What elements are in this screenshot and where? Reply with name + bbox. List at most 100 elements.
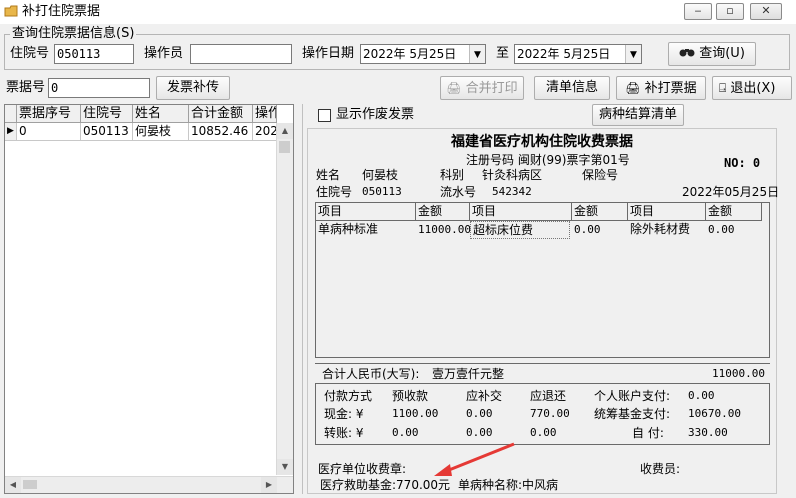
pay-method-label: 付款方式 [324, 389, 373, 403]
scroll-right-icon[interactable]: ▶ [261, 477, 277, 493]
receipt-no: NO: 0 [724, 156, 761, 170]
item-name: 单病种标准 [318, 222, 379, 236]
close-button[interactable]: ✕ [750, 3, 782, 20]
items-header: 项目 [628, 203, 706, 221]
col-header[interactable]: 操作 [253, 105, 277, 123]
title-bar: 补打住院票据 ‒ ▫ ✕ [0, 0, 796, 25]
date-to-picker[interactable]: 2022年 5月25日 ▼ [514, 44, 642, 64]
col-header[interactable]: 住院号 [81, 105, 133, 123]
receipt-date: 2022年05月25日 [682, 185, 780, 199]
printer-icon: 🖨 [446, 81, 462, 95]
row-selector-icon[interactable]: ▶ [5, 123, 17, 141]
pool-fund-value: 10670.00 [688, 407, 741, 420]
vertical-scrollbar[interactable]: ▲ ▼ [276, 123, 293, 475]
table-cell[interactable]: 202 [253, 123, 277, 141]
splitter[interactable] [302, 104, 303, 494]
query-button[interactable]: 查询(U) [668, 42, 756, 66]
serial-label: 流水号 [440, 185, 477, 199]
col-header[interactable]: 票据序号 [17, 105, 81, 123]
chevron-down-icon[interactable]: ▼ [469, 45, 485, 63]
receipt-no-input[interactable]: 0 [48, 78, 150, 98]
items-header: 项目 [316, 203, 416, 221]
grid-corner [5, 105, 17, 123]
col-header[interactable]: 合计金额 [189, 105, 253, 123]
cash-refund: 770.00 [530, 407, 570, 420]
merge-print-button[interactable]: 🖨 合并打印 [440, 76, 524, 100]
scroll-up-icon[interactable]: ▲ [277, 123, 293, 139]
col-header[interactable]: 姓名 [133, 105, 189, 123]
reprint-receipt-button[interactable]: 🖨 补打票据 [616, 76, 706, 100]
chevron-down-icon[interactable]: ▼ [625, 45, 641, 63]
total-label: 合计人民币(大写): [322, 367, 420, 381]
cash-label: 现金: ¥ [324, 407, 364, 421]
maximize-button[interactable]: ▫ [716, 3, 744, 20]
show-void-label[interactable]: 显示作废发票 [336, 106, 414, 124]
receipt-no-label: 票据号 [6, 80, 46, 95]
inpatient-no-label: 住院号 [10, 46, 50, 61]
name-value: 何晏枝 [362, 168, 399, 182]
printer-icon: 🖨 [625, 81, 641, 95]
cash-prepaid: 1100.00 [392, 407, 439, 420]
prepaid-label: 预收款 [392, 389, 429, 403]
stamp-label: 医疗单位收费章: [318, 462, 407, 476]
minimize-button[interactable]: ‒ [684, 3, 712, 20]
query-group-label: 查询住院票据信息(S) [10, 26, 137, 42]
exit-button[interactable]: ⍈ 退出(X) [712, 76, 792, 100]
total-value: 11000.00 [712, 367, 765, 380]
name-label: 姓名 [316, 168, 341, 182]
items-header: 金额 [572, 203, 628, 221]
date-from-picker[interactable]: 2022年 5月25日 ▼ [360, 44, 486, 64]
serial-value: 542342 [492, 185, 532, 198]
item-amount: 0.00 [708, 223, 735, 236]
show-void-checkbox[interactable] [318, 109, 331, 122]
receipt-title: 福建省医疗机构住院收费票据 [451, 134, 633, 150]
exit-label: 退出(X) [730, 81, 776, 96]
operator-input[interactable] [190, 44, 292, 64]
merge-print-label: 合并打印 [465, 81, 518, 96]
table-cell[interactable]: 0 [17, 123, 81, 141]
items-header: 金额 [706, 203, 762, 221]
transfer-supplement: 0.00 [466, 426, 493, 439]
table-cell[interactable]: 050113 [81, 123, 133, 141]
table-cell[interactable]: 10852.46 [189, 123, 253, 141]
scroll-down-icon[interactable]: ▼ [277, 459, 293, 475]
supplement-label: 应补交 [466, 389, 503, 403]
item-amount: 0.00 [574, 223, 601, 236]
inpatient-no-input[interactable]: 050113 [54, 44, 134, 64]
inpatient-no-label: 住院号 [316, 185, 353, 199]
list-info-button[interactable]: 清单信息 [534, 76, 610, 100]
items-header: 项目 [470, 203, 572, 221]
date-to-value: 2022年 5月25日 [517, 47, 611, 61]
self-pay-value: 330.00 [688, 426, 728, 439]
disease-settlement-button[interactable]: 病种结算清单 [592, 104, 684, 126]
scroll-left-icon[interactable]: ◀ [5, 477, 21, 493]
inpatient-no-value: 050113 [362, 185, 402, 198]
self-pay-label: 自 付: [632, 426, 664, 440]
cashier-label: 收费员: [640, 462, 681, 476]
reprint-label: 补打票据 [644, 81, 697, 96]
to-label: 至 [496, 46, 510, 61]
insurance-label: 保险号 [582, 168, 619, 182]
items-table: 项目 金额 项目 金额 项目 金额 单病种标准 11000.00 超标床位费 0… [315, 202, 770, 358]
receipt-grid[interactable]: 票据序号 住院号 姓名 合计金额 操作 ▶ 0 050113 何晏枝 10852… [4, 104, 294, 494]
table-cell[interactable]: 何晏枝 [133, 123, 189, 141]
binoculars-icon [679, 49, 695, 57]
refund-label: 应退还 [530, 389, 567, 403]
pool-fund-label: 统筹基金支付: [594, 407, 671, 421]
transfer-prepaid: 0.00 [392, 426, 419, 439]
scroll-thumb[interactable] [279, 141, 290, 153]
dept-value: 针灸科病区 [482, 168, 543, 182]
annotation-arrow-icon [434, 442, 515, 476]
operator-label: 操作员 [144, 46, 184, 61]
scroll-thumb[interactable] [23, 480, 37, 489]
item-name: 超标床位费 [470, 221, 570, 239]
window-title: 补打住院票据 [22, 4, 101, 19]
transfer-label: 转账: ¥ [324, 426, 364, 440]
date-from-value: 2022年 5月25日 [363, 47, 457, 61]
dept-label: 科别 [440, 168, 465, 182]
op-date-label: 操作日期 [302, 46, 355, 61]
horizontal-scrollbar[interactable]: ◀ ▶ [5, 476, 293, 493]
query-button-label: 查询(U) [699, 46, 745, 61]
reissue-invoice-button[interactable]: 发票补传 [156, 76, 230, 100]
personal-account-value: 0.00 [688, 389, 715, 402]
